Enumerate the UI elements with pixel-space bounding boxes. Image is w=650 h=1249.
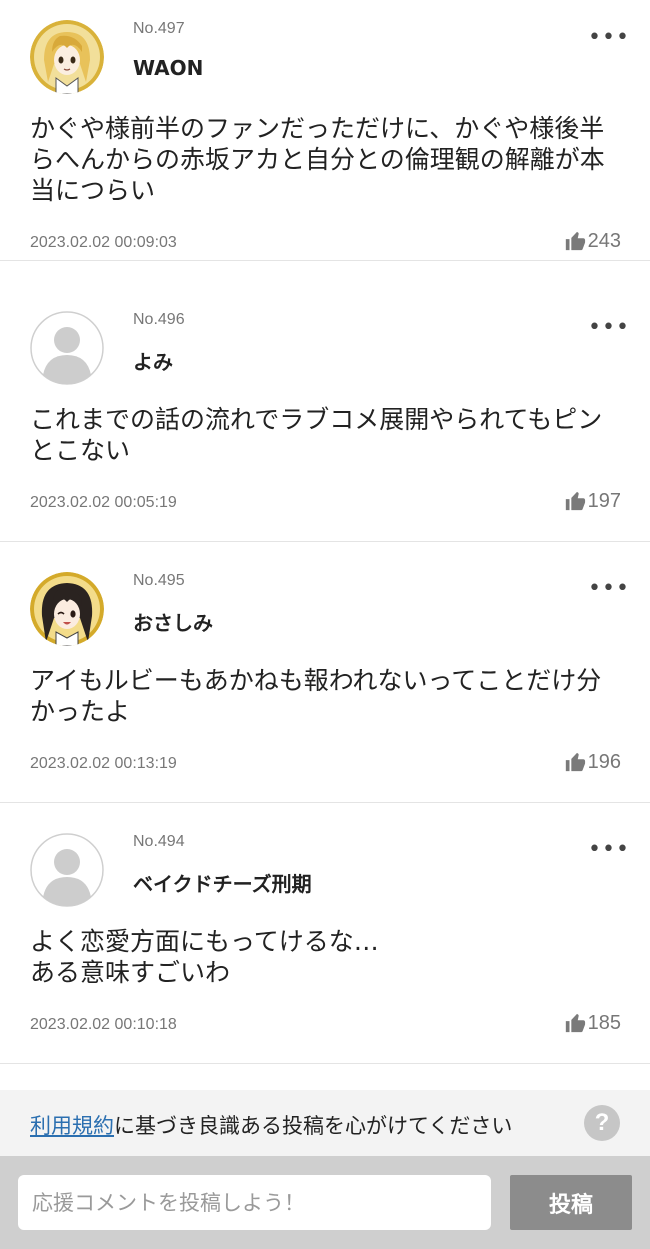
avatar[interactable] <box>30 311 104 385</box>
like-button[interactable]: 197 <box>564 489 621 513</box>
avatar[interactable] <box>30 572 104 646</box>
more-options-icon[interactable]: ••• <box>588 27 629 49</box>
thumbs-up-icon <box>565 752 585 772</box>
help-icon[interactable]: ? <box>584 1105 620 1141</box>
comment-username[interactable]: ベイクドチーズ刑期 <box>133 868 312 897</box>
more-options-icon[interactable]: ••• <box>588 839 629 861</box>
like-count: 196 <box>587 750 621 773</box>
anime-blonde-girl-avatar-icon <box>30 20 104 94</box>
comment-body: かぐや様前半のファンだっただけに、かぐや様後半らへんからの赤坂アカと自分との倫理… <box>30 114 605 205</box>
thumbs-up-icon <box>565 1013 585 1033</box>
anime-dark-hair-girl-avatar-icon <box>30 572 104 646</box>
comment-timestamp: 2023.02.02 00:05:19 <box>30 494 177 511</box>
comment-item: No.495 おさしみ ••• アイもルビーもあかねも報われないってことだけ分か… <box>0 542 650 803</box>
comment-username[interactable]: WAON <box>133 56 203 80</box>
comment-body: これまでの話の流れでラブコメ展開やられてもピンとこない <box>30 405 603 465</box>
comment-username[interactable]: おさしみ <box>133 607 213 636</box>
thumbs-up-icon <box>565 231 585 251</box>
default-user-avatar-icon <box>30 833 104 907</box>
like-count: 197 <box>587 489 621 512</box>
comment-body: アイもルビーもあかねも報われないってことだけ分かったよ <box>30 666 602 726</box>
posting-guidelines-notice: 利用規約に基づき良識ある投稿を心がけてください ? <box>0 1090 650 1156</box>
comment-item: No.497 WAON ••• かぐや様前半のファンだっただけに、かぐや様後半ら… <box>0 0 650 261</box>
like-button[interactable]: 196 <box>564 750 621 774</box>
notice-text: 利用規約に基づき良識ある投稿を心がけてください <box>30 1110 512 1140</box>
comment-body: よく恋愛方面にもってけるな… ある意味すごいわ <box>30 927 379 987</box>
default-user-avatar-icon <box>30 311 104 385</box>
terms-of-use-link[interactable]: 利用規約 <box>30 1114 114 1138</box>
comment-timestamp: 2023.02.02 00:09:03 <box>30 234 177 251</box>
thumbs-up-icon <box>565 491 585 511</box>
comment-timestamp: 2023.02.02 00:10:18 <box>30 1016 177 1033</box>
comment-number: No.497 <box>133 20 185 37</box>
post-button[interactable]: 投稿 <box>510 1175 632 1230</box>
notice-message: に基づき良識ある投稿を心がけてください <box>114 1114 513 1138</box>
comment-item: No.496 よみ ••• これまでの話の流れでラブコメ展開やられてもピンとこな… <box>0 281 650 542</box>
comment-number: No.496 <box>133 311 185 328</box>
like-button[interactable]: 243 <box>564 229 621 253</box>
comment-number: No.494 <box>133 833 185 850</box>
avatar[interactable] <box>30 833 104 907</box>
like-count: 185 <box>587 1011 621 1034</box>
avatar[interactable] <box>30 20 104 94</box>
comment-item: No.494 ベイクドチーズ刑期 ••• よく恋愛方面にもってけるな… ある意味… <box>0 803 650 1064</box>
comment-timestamp: 2023.02.02 00:13:19 <box>30 755 177 772</box>
more-options-icon[interactable]: ••• <box>588 578 629 600</box>
like-count: 243 <box>587 229 621 252</box>
comment-number: No.495 <box>133 572 185 589</box>
more-options-icon[interactable]: ••• <box>588 317 629 339</box>
comment-compose-bar: 投稿 <box>0 1156 650 1249</box>
comment-username[interactable]: よみ <box>133 346 173 375</box>
comment-input[interactable] <box>18 1175 491 1230</box>
like-button[interactable]: 185 <box>564 1011 621 1035</box>
